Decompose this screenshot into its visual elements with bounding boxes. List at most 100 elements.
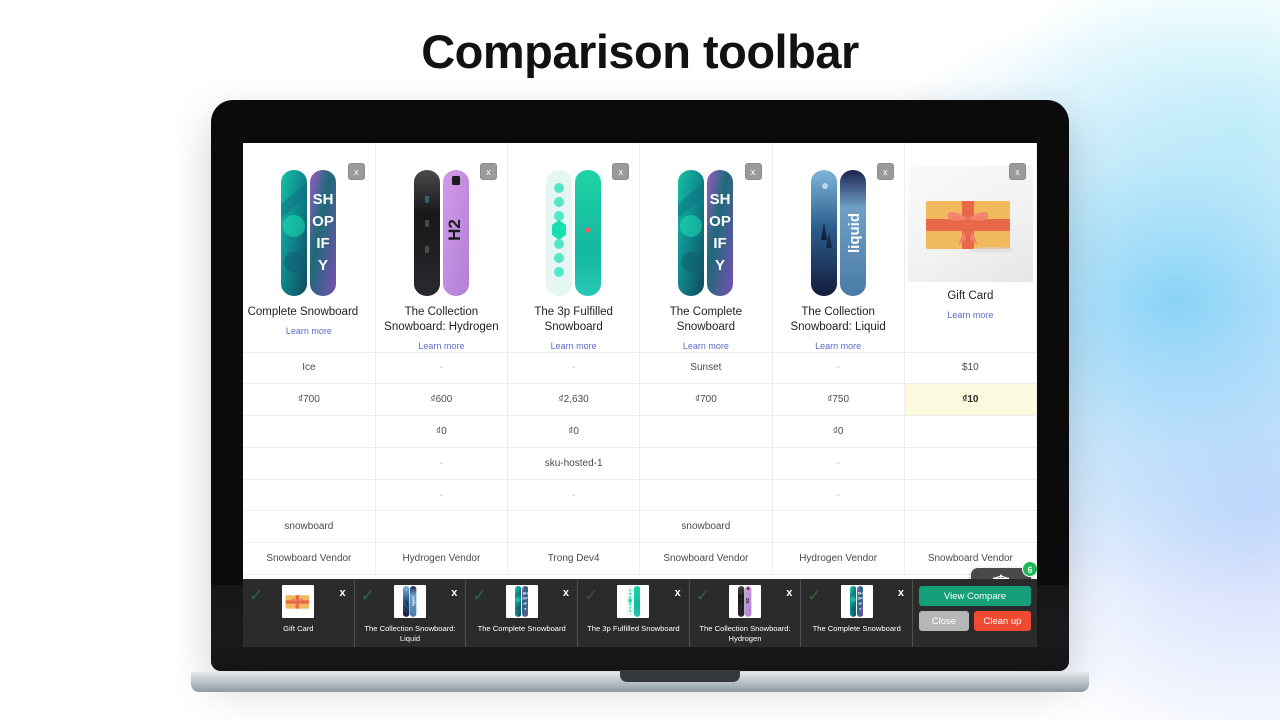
svg-text:OP: OP — [858, 597, 864, 601]
product-header-row: SH OP IF Y Complete Snowboard Learn more x H2 Th… — [243, 143, 1037, 353]
table-cell: ₫700 — [639, 383, 773, 417]
page-title: Comparison toolbar — [421, 25, 859, 78]
table-row: ₫0 ₫0 ₫0 — [243, 415, 1037, 448]
toolbar-items: ✓ x Gift Card ✓ liquid x The Collection Snowbo… — [243, 579, 914, 647]
learn-more-link[interactable]: Learn more — [286, 326, 332, 336]
remove-product-button[interactable]: x — [876, 163, 894, 180]
compare-fab-badge: 6 — [1022, 561, 1037, 577]
checkmark-icon[interactable]: ✓ — [696, 587, 712, 604]
checkmark-icon[interactable]: ✓ — [361, 587, 377, 604]
table-cell — [507, 510, 641, 544]
svg-text:OP: OP — [313, 213, 335, 230]
toolbar-remove-button[interactable]: x — [451, 588, 457, 599]
table-cell — [375, 510, 509, 544]
svg-text:liquid: liquid — [412, 597, 416, 607]
table-cell: ₫10 — [904, 383, 1037, 417]
toolbar-item-label: The Complete Snowboard — [477, 624, 566, 633]
close-button[interactable]: Close — [919, 611, 969, 631]
table-cell: Hydrogen Vendor — [375, 542, 509, 576]
table-cell: - — [375, 447, 509, 480]
remove-product-button[interactable]: x — [480, 163, 497, 180]
toolbar-item-label: The Collection Snowboard: Hydrogen — [699, 624, 791, 643]
checkmark-icon[interactable]: ✓ — [249, 587, 265, 604]
toolbar-item[interactable]: ✓ H2 x The Collection Snowboard: Hydrogen — [690, 579, 802, 647]
svg-text:H2: H2 — [746, 597, 751, 603]
learn-more-link[interactable]: Learn more — [418, 341, 464, 351]
table-cell: ₫0 — [375, 415, 509, 448]
svg-text:IF: IF — [714, 235, 727, 252]
toolbar-item-label: Gift Card — [283, 624, 314, 633]
product-column-2: The 3p Fulfilled Snowboard Learn more x — [507, 143, 641, 353]
toolbar-remove-button[interactable]: x — [898, 588, 904, 599]
clean-up-button[interactable]: Clean up — [973, 611, 1031, 631]
gift-card-thumbnail — [282, 585, 315, 618]
remove-product-button[interactable]: x — [1009, 163, 1026, 180]
toolbar-actions: View Compare Close Clean up — [913, 579, 1037, 647]
toolbar-item[interactable]: ✓ liquid x The Collection Snowboard: Liquid — [355, 579, 467, 647]
table-cell — [904, 510, 1037, 544]
toolbar-item[interactable]: ✓ SH OP IF Y x The Complete Snowboard — [466, 579, 579, 647]
remove-product-button[interactable]: x — [347, 163, 365, 180]
toolbar-item-label: The Collection Snowboard: Liquid — [364, 624, 456, 643]
comparison-table: SH OP IF Y Complete Snowboard Learn more x H2 Th… — [243, 143, 1037, 576]
laptop-mockup: SH OP IF Y Complete Snowboard Learn more x H2 Th… — [191, 100, 1089, 692]
svg-text:SH: SH — [710, 191, 731, 208]
snowboard-mint-green-image — [546, 169, 602, 297]
remove-product-button[interactable]: x — [744, 163, 762, 180]
checkmark-icon[interactable]: ✓ — [584, 587, 600, 604]
table-cell — [243, 447, 376, 480]
svg-text:SH: SH — [858, 591, 863, 595]
table-cell: - — [772, 479, 905, 512]
svg-text:Y: Y — [318, 257, 328, 274]
toolbar-remove-button[interactable]: x — [340, 588, 346, 599]
table-cell: Snowboard Vendor — [639, 542, 773, 576]
learn-more-link[interactable]: Learn more — [947, 310, 993, 320]
product-column-3: SH OP IF Y The Complete Snowboard Learn more x — [639, 143, 773, 353]
checkmark-icon[interactable]: ✓ — [807, 587, 823, 604]
toolbar-remove-button[interactable]: x — [563, 588, 569, 599]
table-cell — [639, 447, 773, 480]
svg-text:Y: Y — [715, 257, 725, 274]
svg-text:SH: SH — [313, 191, 334, 208]
table-cell: ₫600 — [375, 383, 509, 417]
toolbar-item-label: The Complete Snowboard — [812, 624, 901, 633]
table-cell: Snowboard Vendor — [243, 542, 376, 576]
learn-more-link[interactable]: Learn more — [683, 341, 729, 351]
toolbar-remove-button[interactable]: x — [675, 588, 681, 599]
table-cell: Sunset — [639, 352, 773, 385]
checkmark-icon[interactable]: ✓ — [472, 587, 488, 604]
snowboard-teal-shopify-thumbnail: SH OP IF Y — [840, 585, 873, 618]
table-cell: ₫2,630 — [507, 383, 641, 417]
table-row: Ice - - Sunset - $10 — [243, 352, 1037, 385]
laptop-notch — [620, 670, 740, 682]
table-cell: - — [772, 447, 905, 480]
table-cell — [904, 415, 1037, 448]
remove-product-button[interactable]: x — [612, 163, 630, 180]
toolbar-item-label: The 3p Fulfilled Snowboard — [587, 624, 680, 633]
toolbar-item[interactable]: ✓ x The 3p Fulfilled Snowboard — [578, 579, 690, 647]
table-row: --- — [243, 479, 1037, 512]
product-name: The 3p Fulfilled Snowboard — [534, 306, 613, 333]
laptop-screen: SH OP IF Y Complete Snowboard Learn more x H2 Th… — [243, 143, 1037, 647]
table-cell — [243, 479, 376, 512]
snowboard-black-purple-thumbnail: H2 — [729, 585, 762, 618]
learn-more-link[interactable]: Learn more — [815, 341, 861, 351]
product-column-4: liquid The Collection Snowboard: Liquid Le… — [772, 143, 905, 353]
toolbar-remove-button[interactable]: x — [786, 588, 792, 599]
snowboard-teal-shopify-image: SH OP IF Y — [678, 169, 734, 297]
svg-text:H2: H2 — [445, 219, 464, 241]
snowboard-teal-shopify-thumbnail: SH OP IF Y — [505, 585, 538, 618]
table-cell: ₫0 — [772, 415, 905, 448]
toolbar-item[interactable]: ✓ x Gift Card — [243, 579, 355, 647]
table-cell — [904, 447, 1037, 480]
table-cell: - — [375, 352, 509, 385]
snowboard-teal-shopify-image: SH OP IF Y — [281, 169, 337, 297]
product-column-1: H2 The Collection Snowboard: Hydrogen Lear… — [375, 143, 509, 353]
toolbar-secondary-buttons: Close Clean up — [919, 611, 1031, 631]
table-cell: snowboard — [639, 510, 773, 544]
toolbar-item[interactable]: ✓ SH OP IF Yx The Complete Snowboard — [801, 579, 914, 647]
learn-more-link[interactable]: Learn more — [551, 341, 597, 351]
view-compare-button[interactable]: View Compare — [919, 586, 1031, 606]
table-row: Snowboard Vendor Hydrogen Vendor Trong Dev… — [243, 542, 1037, 576]
table-cell: - — [375, 479, 509, 512]
